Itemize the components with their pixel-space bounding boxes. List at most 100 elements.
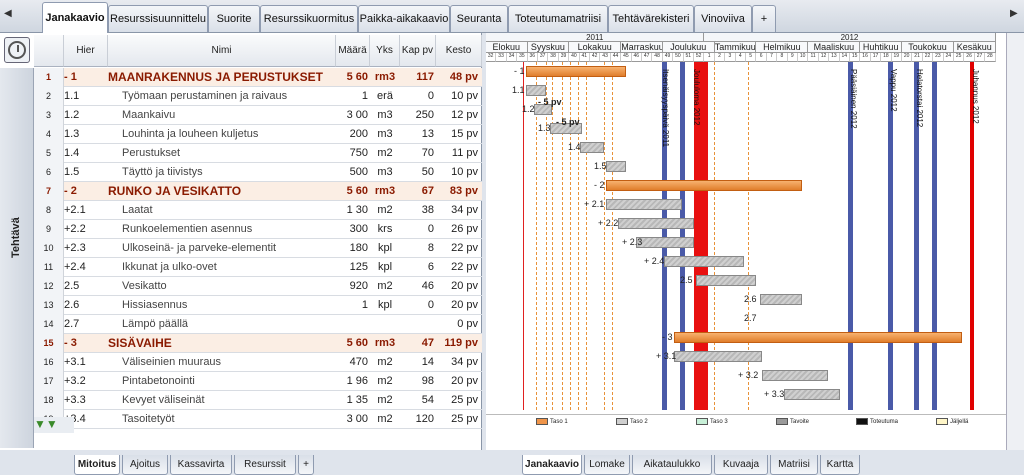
header-kap-pv[interactable]: Kap pv [400, 35, 436, 67]
cell-maara: 3 00 [346, 109, 368, 121]
week-label: 7 [766, 53, 778, 62]
dashed-line [586, 62, 587, 410]
vertical-scrollbar[interactable] [1006, 33, 1024, 450]
tab-resurssit[interactable]: Resurssit [234, 455, 296, 475]
cell-maara: 1 30 [346, 204, 368, 216]
table-row[interactable]: 16 +3.1 Väliseinien muuraus 470 m2 14 34 pv [34, 353, 482, 372]
cell-kap [400, 315, 434, 334]
table-row[interactable]: 9 +2.2 Runkoelementien asennus 300 krs 0 26 pv [34, 220, 482, 239]
cell-maara: 750 [349, 147, 368, 159]
gantt-bar [526, 85, 546, 96]
week-label: 41 [579, 53, 590, 62]
tab-suorite[interactable]: Suorite [208, 5, 260, 32]
cell-maara: 1 [361, 90, 368, 102]
tab-janakaavio[interactable]: Janakaavio [42, 2, 108, 33]
table-row[interactable]: 19+3.4Tasoitetyöt3 00m212025 pv [34, 410, 482, 429]
tab-resurssikuormitus[interactable]: Resurssikuormitus [260, 5, 358, 32]
cell-hier: 2.7 [64, 318, 80, 330]
table-row[interactable]: 11 +2.4 Ikkunat ja ulko-ovet 125 kpl 6 22 pv [34, 258, 482, 277]
table-row[interactable]: 4 1.3 Louhinta ja louheen kuljetus 200 m3 13 1… [34, 125, 482, 144]
cell-kap: 54 [421, 394, 434, 406]
bar-label: 1.5 [594, 161, 607, 171]
tab-lomake[interactable]: Lomake [584, 455, 630, 475]
tab-janakaavio-bottom[interactable]: Janakaavio [522, 455, 582, 475]
tab-aikataulukko[interactable]: Aikataulukko [632, 455, 712, 475]
table-row[interactable]: 18 +3.3 Kevyet väliseinät 1 35 m2 54 25 pv [34, 391, 482, 410]
cell-num: 4 [34, 125, 64, 144]
cell-kesto: 11 pv [451, 147, 478, 159]
cell-maara: 1 96 [346, 375, 368, 387]
tab-seuranta[interactable]: Seuranta [450, 5, 508, 32]
filter-icons[interactable]: ▼▼ [34, 417, 74, 433]
cell-num: 1 [34, 68, 64, 87]
header-kesto[interactable]: Kesto [436, 35, 482, 67]
cell-name: Väliseinien muuraus [122, 356, 222, 368]
table-row[interactable]: 10 +2.3 Ulkoseinä- ja parveke-elementit 180… [34, 239, 482, 258]
milestone-label: Helatorstai 2012 [915, 69, 924, 128]
tab-ajoitus[interactable]: Ajoitus [122, 455, 168, 475]
month-label: Maaliskuu [808, 42, 861, 53]
table-row[interactable]: 17 +3.2 Pintabetonointi 1 96 m2 98 20 pv [34, 372, 482, 391]
tab-vinoviiva[interactable]: Vinoviiva [694, 5, 752, 32]
tab-tehtavarekisteri[interactable]: Tehtävärekisteri [608, 5, 694, 32]
tab-add-left[interactable]: + [298, 455, 314, 475]
header-yks[interactable]: Yks [370, 35, 400, 67]
tab-toteutumamatriisi[interactable]: Toteutumamatriisi [508, 5, 608, 32]
week-label: 2 [714, 53, 726, 62]
tab-mitoitus[interactable]: Mitoitus [74, 455, 120, 475]
cell-name: RUNKO JA VESIKATTO [108, 184, 242, 198]
week-label: 16 [860, 53, 871, 62]
table-row[interactable]: 3 1.2 Maankaivu 3 00 m3 250 12 pv [34, 106, 482, 125]
tab-scroll-right-icon[interactable]: ▶ [1010, 8, 1018, 19]
cell-kesto: 20 pv [451, 280, 478, 292]
dashed-line [552, 62, 553, 410]
table-row[interactable]: 15- 3 SISÄVAIHE 5 60 rm3 47 119 pv [34, 334, 482, 353]
header-maara[interactable]: Määrä [336, 35, 370, 67]
week-label: 20 [902, 53, 913, 62]
week-label: 32 [486, 53, 497, 62]
month-label: Elokuu [486, 42, 528, 53]
task-grid: Tehtävä Hier Nimi Määrä Yks Kap pv Kesto… [0, 33, 482, 475]
table-row[interactable]: 8 +2.1 Laatat 1 30 m2 38 34 pv [34, 201, 482, 220]
week-label: 33 [496, 53, 507, 62]
bar-label: 1.3 [538, 123, 551, 133]
tab-add-button[interactable]: + [752, 5, 776, 32]
holiday-line [888, 62, 893, 410]
tab-kassavirta[interactable]: Kassavirta [170, 455, 232, 475]
milestone-label: Pääsiäinen 2012 [849, 69, 858, 129]
week-label: 8 [777, 53, 788, 62]
header-nimi[interactable]: Nimi [108, 35, 336, 67]
gantt-bar [784, 389, 840, 400]
clock-icon[interactable] [4, 37, 30, 63]
bar-label: 1.4 [568, 142, 581, 152]
cell-kap: 6 [427, 261, 434, 273]
cell-yks: kpl [377, 299, 393, 311]
tab-scroll-left-icon[interactable]: ◀ [4, 8, 12, 19]
week-label: 5 [746, 53, 757, 62]
table-row[interactable]: 7- 2 RUNKO JA VESIKATTO 5 60 rm3 67 83 pv [34, 182, 482, 201]
tab-resurssisuunnittelu[interactable]: Resurssisuunnittelu [108, 5, 208, 32]
tab-kuvaaja[interactable]: Kuvaaja [714, 455, 768, 475]
bar-label: 1.2 [522, 104, 535, 114]
cell-name: Kevyet väliseinät [122, 394, 205, 406]
week-label: 37 [538, 53, 549, 62]
table-row[interactable]: 13 2.6 Hissiasennus 1 kpl 0 20 pv [34, 296, 482, 315]
table-row[interactable]: 1- 1 MAANRAKENNUS JA PERUSTUKSET 5 60 rm3 11… [34, 68, 482, 87]
tab-matriisi[interactable]: Matriisi [770, 455, 818, 475]
gantt-bar [580, 142, 604, 153]
week-label: 34 [506, 53, 518, 62]
tab-paikka-aikakaavio[interactable]: Paikka-aikakaavio [358, 5, 450, 32]
year-label: 2011 [486, 33, 705, 42]
cell-yks: m2 [377, 280, 393, 292]
cell-kap: 50 [421, 166, 434, 178]
header-hier[interactable]: Hier [64, 35, 108, 67]
cell-hier: +2.4 [64, 261, 86, 273]
table-row[interactable]: 2 1.1 Työmaan perustaminen ja raivaus 1 erä 0… [34, 87, 482, 106]
tab-kartta[interactable]: Kartta [820, 455, 860, 475]
today-line [523, 62, 524, 410]
legend-toteutuma: Toteutuma [856, 418, 898, 425]
table-row[interactable]: 12 2.5 Vesikatto 920 m2 46 20 pv [34, 277, 482, 296]
table-row[interactable]: 14 2.7 Lämpö päällä 0 pv [34, 315, 482, 334]
table-row[interactable]: 6 1.5 Täyttö ja tiivistys 500 m3 50 10 pv [34, 163, 482, 182]
table-row[interactable]: 5 1.4 Perustukset 750 m2 70 11 pv [34, 144, 482, 163]
